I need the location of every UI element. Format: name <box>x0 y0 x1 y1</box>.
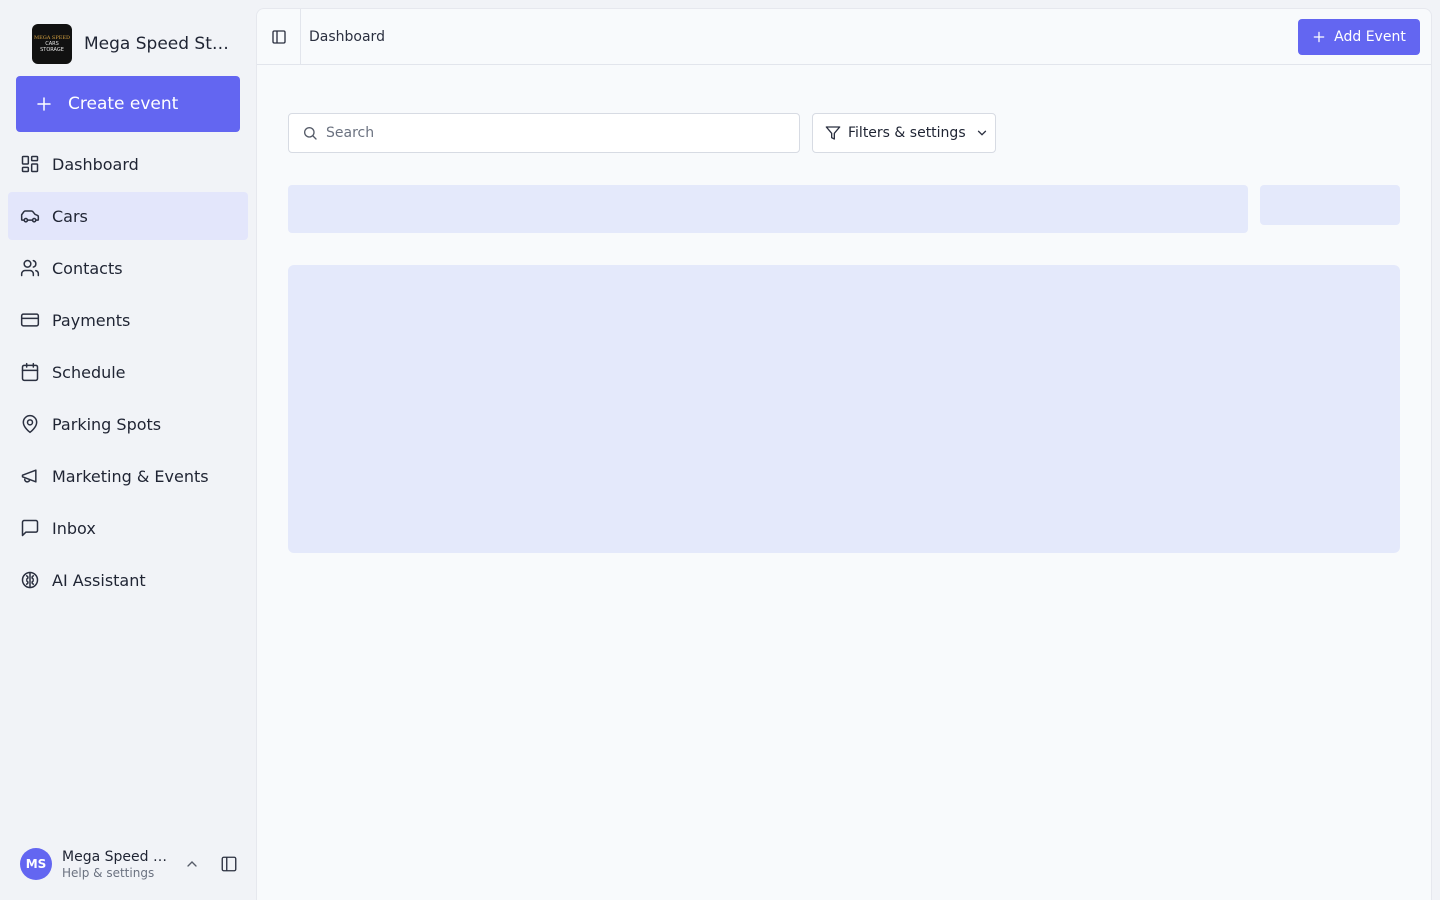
sidebar-nav: Dashboard Cars Contacts Payments Schedul… <box>8 140 248 608</box>
sidebar-item-label: Schedule <box>52 362 126 382</box>
loading-skeleton-button <box>1260 185 1400 225</box>
loading-skeleton-panel <box>288 265 1400 553</box>
create-event-label: Create event <box>68 94 179 114</box>
user-menu[interactable]: MS Mega Speed Storage Help & settings <box>20 846 244 882</box>
sidebar-item-label: Dashboard <box>52 154 139 174</box>
search-icon <box>304 127 317 140</box>
car-icon <box>20 206 40 226</box>
sidebar-item-label: Payments <box>52 310 131 330</box>
sidebar-item-label: Cars <box>52 206 88 226</box>
sidebar-item-label: AI Assistant <box>52 570 146 590</box>
plus-icon <box>37 97 51 111</box>
sidebar-toggle-button[interactable] <box>257 9 301 64</box>
panel-left-icon <box>271 29 286 44</box>
chevron-up-icon <box>187 861 197 867</box>
brand-logo: MEGA SPEED CARS STORAGE <box>32 24 72 64</box>
workspace-name: Mega Speed Storage <box>84 34 230 54</box>
users-icon <box>20 258 40 278</box>
breadcrumb: Dashboard <box>309 28 385 45</box>
sidebar: MEGA SPEED CARS STORAGE Mega Speed Stora… <box>0 0 256 900</box>
user-subtitle: Help & settings <box>62 865 155 880</box>
create-event-button[interactable]: Create event <box>16 76 240 132</box>
megaphone-icon <box>20 466 40 486</box>
message-square-icon <box>20 518 40 538</box>
sidebar-toggle-icon[interactable] <box>220 855 238 873</box>
logo-line-3: STORAGE <box>40 47 64 53</box>
sidebar-item-label: Parking Spots <box>52 414 162 434</box>
sidebar-item-payments[interactable]: Payments <box>8 296 248 344</box>
search-box[interactable] <box>288 113 800 153</box>
plus-icon <box>1313 31 1325 43</box>
filter-icon <box>825 126 841 140</box>
sidebar-item-schedule[interactable]: Schedule <box>8 348 248 396</box>
filters-label: Filters & settings <box>848 125 966 141</box>
chevron-down-icon <box>977 130 986 136</box>
sidebar-item-parking-spots[interactable]: Parking Spots <box>8 400 248 448</box>
add-event-button[interactable]: Add Event <box>1298 19 1420 55</box>
loading-skeleton-bar <box>288 185 1248 233</box>
sidebar-item-ai-assistant[interactable]: AI Assistant <box>8 556 248 604</box>
credit-card-icon <box>20 310 40 330</box>
calendar-icon <box>20 362 40 382</box>
add-event-label: Add Event <box>1334 29 1406 45</box>
search-input[interactable] <box>326 125 766 141</box>
sidebar-item-marketing-events[interactable]: Marketing & Events <box>8 452 248 500</box>
sidebar-item-label: Inbox <box>52 518 96 538</box>
filters-settings-button[interactable]: Filters & settings <box>812 113 996 153</box>
dashboard-icon <box>20 154 40 174</box>
sidebar-item-cars[interactable]: Cars <box>8 192 248 240</box>
user-text: Mega Speed Storage Help & settings <box>62 849 174 880</box>
top-bar: Dashboard Add Event <box>257 9 1431 65</box>
workspace-switcher[interactable]: MEGA SPEED CARS STORAGE Mega Speed Stora… <box>32 24 242 64</box>
sidebar-item-label: Marketing & Events <box>52 466 209 486</box>
brain-icon <box>20 570 40 590</box>
main-content: Dashboard Add Event Filters & settings <box>256 8 1432 900</box>
map-pin-icon <box>20 414 40 434</box>
sidebar-item-contacts[interactable]: Contacts <box>8 244 248 292</box>
sidebar-item-inbox[interactable]: Inbox <box>8 504 248 552</box>
avatar: MS <box>20 848 52 880</box>
sidebar-item-label: Contacts <box>52 258 123 278</box>
sidebar-item-dashboard[interactable]: Dashboard <box>8 140 248 188</box>
user-name: Mega Speed Storage <box>62 848 174 865</box>
